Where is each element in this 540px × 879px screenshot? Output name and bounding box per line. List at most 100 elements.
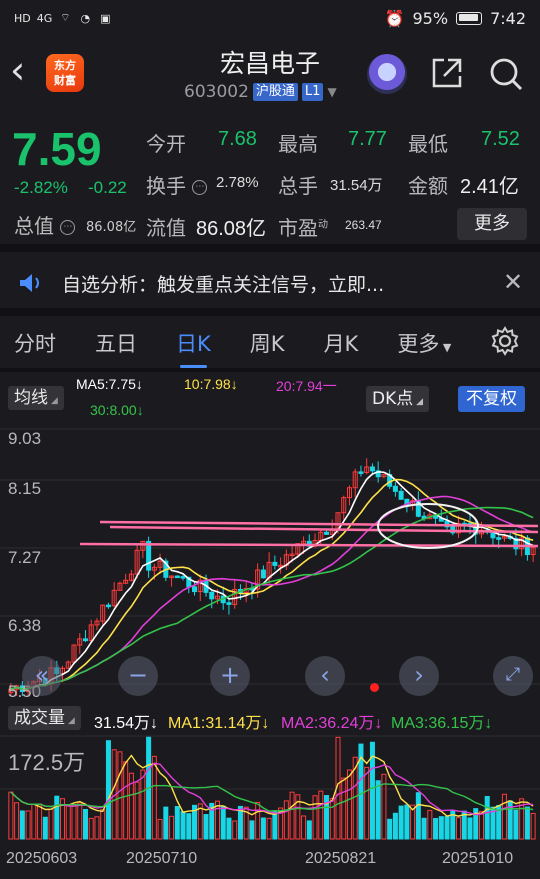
dk-point-selector[interactable]: DK点 ◢ <box>366 386 430 412</box>
adjust-toggle[interactable]: 不复权 <box>458 386 525 412</box>
volume-bar <box>54 795 60 840</box>
volume-bar <box>478 811 484 840</box>
vol-ma1-readout: MA1:31.14万↓ <box>168 715 270 732</box>
volume-bar <box>306 820 312 840</box>
volume-bar <box>100 809 106 840</box>
volume-bar <box>364 766 370 840</box>
stock-name: 宏昌电子 <box>219 49 320 78</box>
back-button[interactable]: ‹ <box>10 50 42 90</box>
notice-text: 自选分析：触发重点关注信号，立即... <box>62 274 385 296</box>
chevron-right-icon[interactable]: › <box>399 656 439 696</box>
volume-bar <box>341 777 347 840</box>
divider <box>0 308 540 316</box>
volume-readout: 31.54万↓ <box>94 715 159 732</box>
volume-bar <box>266 817 272 840</box>
rewind-icon[interactable]: « <box>22 656 62 696</box>
volume-bar <box>433 818 439 840</box>
zoom-in-icon[interactable]: + <box>210 656 250 696</box>
volume-bar <box>272 811 278 840</box>
volume-bar <box>501 793 507 840</box>
volume-label: 总手 <box>278 174 318 198</box>
tab-monthly-k[interactable]: 月K <box>324 328 359 358</box>
volume-bar <box>117 751 123 840</box>
pe-value: 263.47 <box>345 218 382 232</box>
volume-bar <box>163 806 169 840</box>
volume-bar <box>444 816 450 840</box>
app-icon: ▣ <box>100 11 111 25</box>
volume-bar <box>484 795 490 840</box>
tab-five-day[interactable]: 五日 <box>95 328 137 358</box>
volume-bar <box>513 809 519 840</box>
volume-bar <box>415 792 421 840</box>
turnover-label: 换手 ⋯ <box>146 170 208 199</box>
volume-bar <box>456 817 462 840</box>
last-price: 7.59 <box>12 123 102 175</box>
robot-assistant-icon[interactable] <box>367 54 407 94</box>
hk-connect-badge: 沪股通 <box>252 83 298 101</box>
change-percent: -2.82% <box>14 178 68 197</box>
volume-bar <box>180 811 186 840</box>
candle-body <box>324 531 330 535</box>
search-icon[interactable] <box>488 56 524 92</box>
wifi-icon: ⌔ <box>60 11 71 24</box>
volume-bar <box>232 820 238 840</box>
share-icon[interactable] <box>430 56 464 90</box>
volume-bar <box>134 781 140 840</box>
ma-line <box>10 506 534 690</box>
candle-body <box>226 602 232 605</box>
tab-daily-k[interactable]: 日K <box>176 328 211 368</box>
volume-selector[interactable]: 成交量 ◢ <box>8 706 81 730</box>
date-label: 20250710 <box>126 850 198 867</box>
volume-bar <box>226 817 232 840</box>
divider <box>0 368 540 372</box>
volume-bar <box>427 809 433 840</box>
more-button[interactable]: 更多 <box>457 208 527 240</box>
candle-body <box>82 638 88 642</box>
candle-body <box>496 537 502 540</box>
chevron-left-icon[interactable]: ‹ <box>305 656 345 696</box>
candle-body <box>174 575 180 579</box>
volume-bar <box>8 791 14 840</box>
zoom-out-icon[interactable]: − <box>118 656 158 696</box>
volume-bar <box>14 802 20 840</box>
volume-bar <box>65 804 71 840</box>
volume-bar <box>249 820 255 840</box>
tab-intraday[interactable]: 分时 <box>14 328 56 358</box>
notice-banner[interactable]: 自选分析：触发重点关注信号，立即... ✕ <box>0 258 540 308</box>
app-logo[interactable]: 东方 财富 <box>46 54 84 92</box>
indicator-selector[interactable]: 均线 ◢ <box>8 386 64 410</box>
mktcap-label: 总值 ⋯ <box>14 210 76 239</box>
volume-bar <box>312 795 318 840</box>
candle-body <box>398 490 404 500</box>
volume-ma-line <box>10 754 534 817</box>
speaker-icon <box>20 274 39 292</box>
gear-icon[interactable] <box>490 326 520 356</box>
volume-bar <box>203 814 209 840</box>
stock-code-line[interactable]: 603002 沪股通 L1 ▼ <box>184 82 337 102</box>
tab-more[interactable]: 更多 ▼ <box>397 328 451 358</box>
wechat-icon: ◔ <box>80 11 91 25</box>
amount-value: 2.41亿 <box>460 176 519 198</box>
candle-body <box>358 471 364 474</box>
volume-bar <box>42 816 48 840</box>
candlestick-chart[interactable] <box>0 428 540 696</box>
info-icon[interactable]: ⋯ <box>192 180 208 195</box>
volume-bar <box>524 806 530 840</box>
volume-bar <box>94 816 100 840</box>
volume-bar <box>289 791 295 840</box>
pe-label: 市盈动 <box>278 216 328 240</box>
vol-ma2-readout: MA2:36.24万↓ <box>281 715 383 732</box>
close-icon[interactable]: ✕ <box>503 268 523 296</box>
tab-weekly-k[interactable]: 周K <box>250 328 285 358</box>
open-value: 7.68 <box>218 128 257 150</box>
candle-body <box>209 591 215 600</box>
fullscreen-icon[interactable]: ⤢ <box>493 656 533 696</box>
quote-panel: 7.59 -2.82% -0.22 今开 7.68 最高 7.77 最低 7.5… <box>0 112 540 242</box>
logo-line2: 财富 <box>54 74 76 87</box>
volume-bar <box>318 790 324 840</box>
high-label: 最高 <box>278 132 318 156</box>
info-icon[interactable]: ⋯ <box>60 220 76 235</box>
candle-body <box>392 485 398 492</box>
high-value: 7.77 <box>348 128 387 150</box>
volume-bar <box>283 800 289 840</box>
